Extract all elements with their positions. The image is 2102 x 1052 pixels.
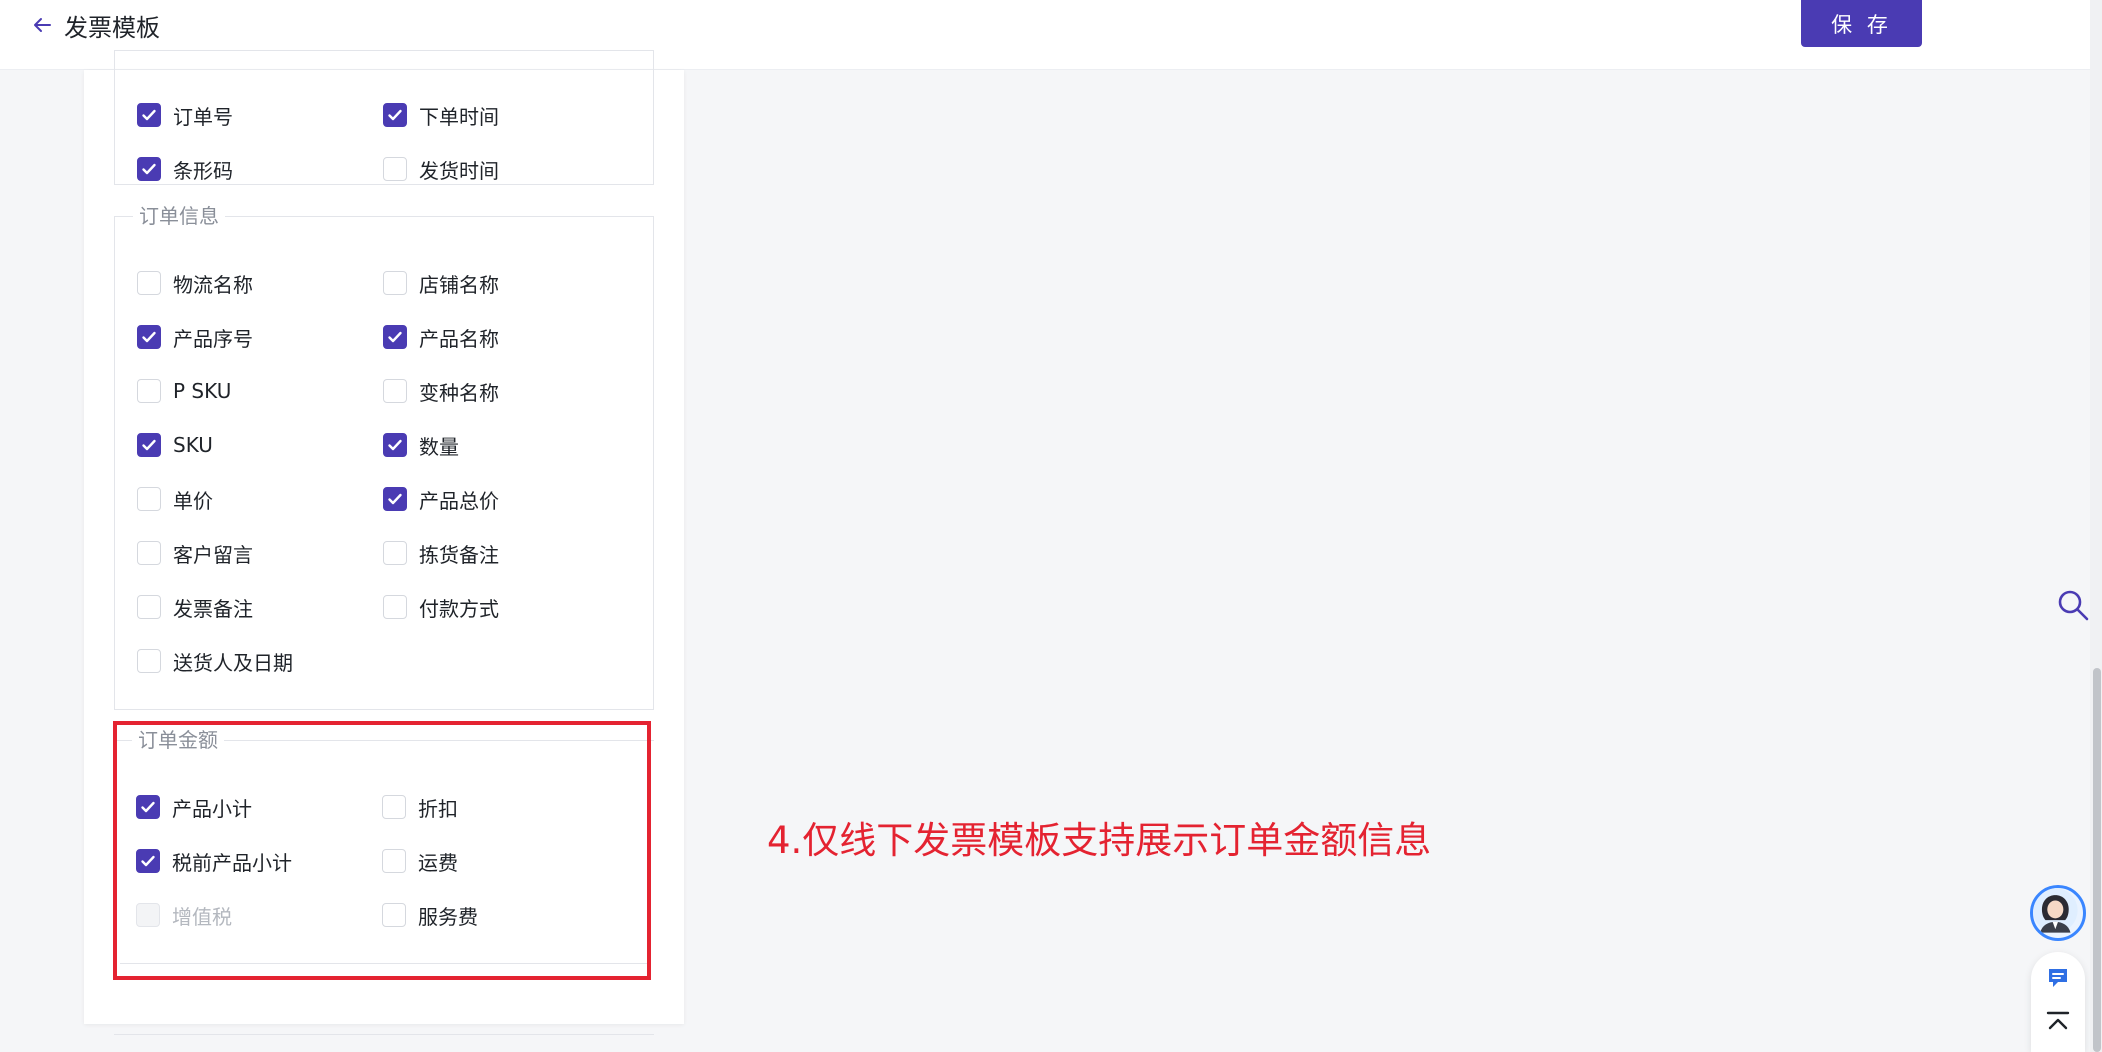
checkbox-box[interactable] — [383, 595, 407, 619]
checkbox-box[interactable] — [137, 541, 161, 565]
checkbox-product-name[interactable]: 产品名称 — [383, 323, 499, 351]
group-basic: 订单号 下单时间 条形码 发货时间 — [114, 50, 654, 185]
assistant-avatar-icon — [2033, 888, 2078, 933]
check-icon — [388, 493, 402, 505]
checkbox-box[interactable] — [137, 433, 161, 457]
arrow-left-icon — [34, 18, 51, 32]
annotation-text: 4.仅线下发票模板支持展示订单金额信息 — [767, 819, 1432, 862]
checkbox-box[interactable] — [137, 271, 161, 295]
back-to-top-icon[interactable] — [2044, 1008, 2072, 1036]
checkbox-box[interactable] — [383, 541, 407, 565]
checkbox-label: 物流名称 — [173, 272, 253, 297]
group-legend: 订单信息 — [133, 203, 225, 229]
checkbox-product-total[interactable]: 产品总价 — [383, 485, 499, 513]
check-icon — [142, 331, 156, 343]
check-icon — [142, 163, 156, 175]
checkbox-deliverer-date[interactable]: 送货人及日期 — [137, 647, 293, 675]
checkbox-variant-name[interactable]: 变种名称 — [383, 377, 499, 405]
floating-toolbar — [2031, 952, 2085, 1052]
back-button[interactable]: 发票模板 — [30, 10, 160, 42]
checkbox-p-sku[interactable]: P SKU — [137, 377, 231, 405]
checkbox-invoice-note[interactable]: 发票备注 — [137, 593, 253, 621]
checkbox-order-time[interactable]: 下单时间 — [383, 101, 499, 129]
checkbox-label: 订单号 — [173, 104, 233, 129]
checkbox-box[interactable] — [137, 325, 161, 349]
checkbox-box[interactable] — [383, 157, 407, 181]
checkbox-label: 下单时间 — [419, 104, 499, 129]
checkbox-payment-method[interactable]: 付款方式 — [383, 593, 499, 621]
search-icon[interactable] — [2055, 587, 2091, 623]
checkbox-label: 客户留言 — [173, 542, 253, 567]
checkbox-box[interactable] — [383, 325, 407, 349]
checkbox-product-index[interactable]: 产品序号 — [137, 323, 253, 351]
checkbox-logistics-name[interactable]: 物流名称 — [137, 269, 253, 297]
checkbox-label: 条形码 — [173, 158, 233, 183]
checkbox-label: 单价 — [173, 488, 213, 513]
checkbox-order-number[interactable]: 订单号 — [137, 101, 233, 129]
checkbox-box[interactable] — [137, 157, 161, 181]
checkbox-picking-note[interactable]: 拣货备注 — [383, 539, 499, 567]
chat-icon[interactable] — [2044, 964, 2072, 992]
checkbox-store-name[interactable]: 店铺名称 — [383, 269, 499, 297]
checkbox-label: 变种名称 — [419, 380, 499, 405]
group-order-info: 订单信息 物流名称 店铺名称 产品序号 产品名称 P SKU 变种名称 SKU — [114, 203, 654, 710]
checkbox-customer-message[interactable]: 客户留言 — [137, 539, 253, 567]
page-title: 发票模板 — [64, 13, 160, 42]
checkbox-box[interactable] — [137, 379, 161, 403]
checkbox-label: 数量 — [419, 434, 459, 459]
checkbox-label: 产品总价 — [419, 488, 499, 513]
checkbox-label: 拣货备注 — [419, 542, 499, 567]
checkbox-label: SKU — [173, 433, 213, 457]
check-icon — [388, 109, 402, 121]
support-avatar[interactable] — [2030, 885, 2086, 941]
checkbox-label: 产品名称 — [419, 326, 499, 351]
checkbox-label: 发票备注 — [173, 596, 253, 621]
check-icon — [388, 331, 402, 343]
checkbox-quantity[interactable]: 数量 — [383, 431, 459, 459]
checkbox-barcode[interactable]: 条形码 — [137, 155, 233, 183]
checkbox-box[interactable] — [383, 433, 407, 457]
checkbox-label: 发货时间 — [419, 158, 499, 183]
checkbox-ship-time[interactable]: 发货时间 — [383, 155, 499, 183]
checkbox-box[interactable] — [383, 271, 407, 295]
checkbox-label: 店铺名称 — [419, 272, 499, 297]
checkbox-label: 送货人及日期 — [173, 650, 293, 675]
checkbox-label: 付款方式 — [419, 596, 499, 621]
checkbox-label: P SKU — [173, 379, 232, 403]
save-button[interactable]: 保 存 — [1801, 0, 1922, 47]
checkbox-box[interactable] — [383, 103, 407, 127]
check-icon — [142, 109, 156, 121]
check-icon — [388, 439, 402, 451]
scrollbar-thumb[interactable] — [2093, 668, 2101, 1052]
check-icon — [142, 439, 156, 451]
checkbox-box[interactable] — [137, 487, 161, 511]
checkbox-box[interactable] — [137, 595, 161, 619]
checkbox-label: 产品序号 — [173, 326, 253, 351]
checkbox-unit-price[interactable]: 单价 — [137, 485, 213, 513]
checkbox-sku[interactable]: SKU — [137, 431, 213, 459]
checkbox-box[interactable] — [383, 379, 407, 403]
checkbox-box[interactable] — [137, 649, 161, 673]
checkbox-box[interactable] — [137, 103, 161, 127]
checkbox-box[interactable] — [383, 487, 407, 511]
highlight-box — [113, 721, 651, 980]
